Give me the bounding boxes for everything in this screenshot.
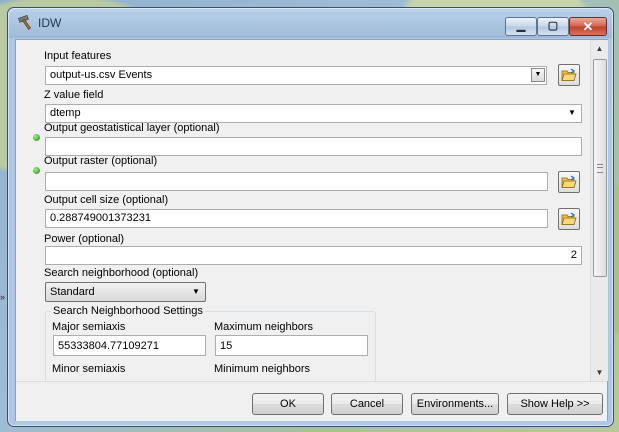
input-features-value: output-us.csv Events: [50, 69, 153, 81]
input-features-label: Input features: [44, 50, 112, 62]
minimize-icon: ▁: [516, 20, 526, 32]
close-button[interactable]: ✕: [569, 17, 607, 36]
search-neighborhood-value: Standard: [50, 286, 95, 298]
input-features-browse-button[interactable]: [558, 64, 580, 86]
hammer-icon: [17, 14, 35, 31]
required-dot-icon: [33, 134, 40, 141]
search-neighborhood-combo[interactable]: Standard ▼: [45, 282, 206, 302]
power-label: Power (optional): [44, 233, 125, 245]
chevron-down-icon[interactable]: ▼: [531, 68, 545, 82]
search-neighborhood-label: Search neighborhood (optional): [44, 267, 199, 279]
output-geo-layer-label: Output geostatistical layer (optional): [44, 122, 220, 134]
parameters-panel: Input features output-us.csv Events ▼ Z …: [16, 40, 590, 381]
minimize-button[interactable]: ▁: [505, 17, 537, 36]
minimum-neighbors-label: Minimum neighbors: [214, 363, 310, 375]
grip-icon: [597, 164, 603, 173]
scroll-down-icon[interactable]: ▼: [591, 364, 608, 381]
major-semiaxis-input[interactable]: 55333804.77109271: [53, 335, 206, 356]
input-features-combo[interactable]: output-us.csv Events ▼: [45, 66, 547, 85]
z-value-field-combo[interactable]: dtemp ▼: [45, 104, 582, 123]
title-bar[interactable]: IDW ▁ ▢ ✕: [8, 8, 613, 38]
output-cell-size-input[interactable]: 0.288749001373231: [45, 209, 548, 228]
output-raster-input[interactable]: [45, 172, 548, 191]
button-bar: OK Cancel Environments... Show Help >>: [16, 381, 607, 421]
dialog-client-area: Input features output-us.csv Events ▼ Z …: [15, 39, 608, 421]
maximum-neighbors-label: Maximum neighbors: [214, 321, 314, 333]
output-cell-size-label: Output cell size (optional): [44, 194, 169, 206]
window-title: IDW: [38, 16, 62, 30]
ok-button[interactable]: OK: [252, 393, 324, 415]
maximize-button[interactable]: ▢: [537, 17, 569, 36]
output-cell-size-browse-button[interactable]: [558, 208, 580, 230]
background-marker: »: [0, 292, 6, 302]
z-value-field-label: Z value field: [44, 89, 104, 101]
search-settings-title: Search Neighborhood Settings: [51, 305, 205, 317]
output-geo-layer-input[interactable]: [45, 137, 582, 156]
vertical-scrollbar[interactable]: ▲ ▼: [590, 40, 608, 381]
scrollbar-thumb[interactable]: [593, 59, 607, 277]
maximum-neighbors-input[interactable]: 15: [215, 335, 368, 356]
output-raster-browse-button[interactable]: [558, 171, 580, 193]
chevron-down-icon[interactable]: ▼: [189, 285, 203, 299]
idw-dialog: IDW ▁ ▢ ✕ Input features output-us.csv E…: [7, 7, 614, 427]
close-icon: ✕: [582, 19, 594, 34]
minor-semiaxis-label: Minor semiaxis: [52, 363, 126, 375]
show-help-button[interactable]: Show Help >>: [507, 393, 603, 415]
output-raster-label: Output raster (optional): [44, 155, 158, 167]
power-input[interactable]: 2: [45, 246, 582, 265]
environments-button[interactable]: Environments...: [411, 393, 499, 415]
cancel-button[interactable]: Cancel: [331, 393, 403, 415]
major-semiaxis-label: Major semiaxis: [52, 321, 126, 333]
chevron-down-icon[interactable]: ▼: [565, 106, 579, 120]
maximize-icon: ▢: [547, 20, 559, 32]
scroll-up-icon[interactable]: ▲: [591, 40, 608, 57]
z-value-field-value: dtemp: [50, 107, 81, 119]
required-dot-icon: [33, 167, 40, 174]
